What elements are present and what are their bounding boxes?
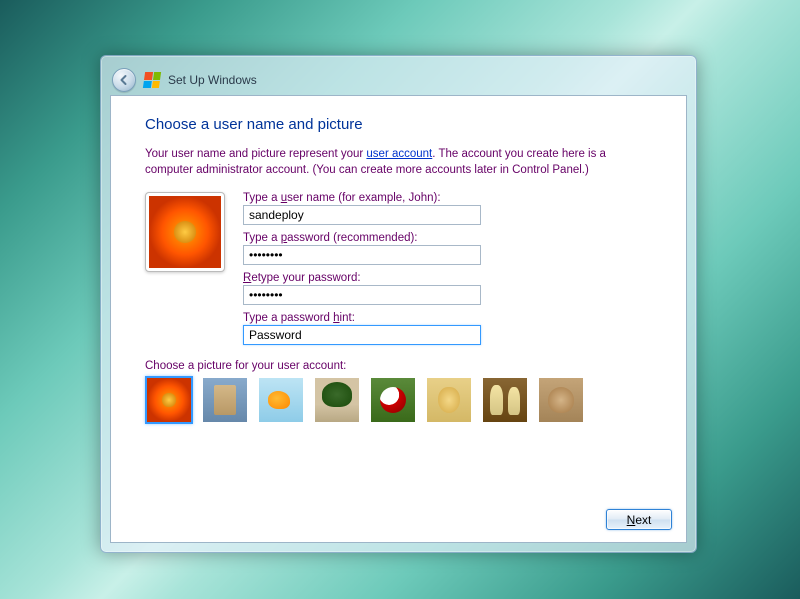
form-area: Type a user name (for example, John): Ty… xyxy=(145,192,652,352)
picture-strip xyxy=(145,376,652,424)
window-title: Set Up Windows xyxy=(168,73,257,87)
goldfish-icon xyxy=(259,378,303,422)
password-hint-input[interactable] xyxy=(243,325,481,345)
back-button[interactable] xyxy=(112,68,136,92)
robot-icon xyxy=(203,378,247,422)
flower-icon xyxy=(147,378,191,422)
titlebar: Set Up Windows xyxy=(110,65,687,95)
username-label: Type a user name (for example, John): xyxy=(243,192,652,204)
avatar-preview xyxy=(145,192,225,272)
picture-option-bonsai[interactable] xyxy=(313,376,361,424)
picture-option-flower[interactable] xyxy=(145,376,193,424)
password-label: Type a password (recommended): xyxy=(243,232,652,244)
back-arrow-icon xyxy=(118,74,130,86)
picture-option-soccer-ball[interactable] xyxy=(369,376,417,424)
kitten-icon xyxy=(539,378,583,422)
password-input[interactable] xyxy=(243,245,481,265)
intro-text: Your user name and picture represent you… xyxy=(145,147,652,178)
choose-picture-label: Choose a picture for your user account: xyxy=(145,360,652,372)
picture-option-chess[interactable] xyxy=(481,376,529,424)
picture-option-kitten[interactable] xyxy=(537,376,585,424)
avatar-preview-image xyxy=(149,196,221,268)
retype-label: Retype your password: xyxy=(243,272,652,284)
bonsai-icon xyxy=(315,378,359,422)
soccer-ball-icon xyxy=(371,378,415,422)
page-heading: Choose a user name and picture xyxy=(145,116,652,133)
puppy-icon xyxy=(427,378,471,422)
picture-option-puppy[interactable] xyxy=(425,376,473,424)
picture-option-goldfish[interactable] xyxy=(257,376,305,424)
picture-option-robot[interactable] xyxy=(201,376,249,424)
username-input[interactable] xyxy=(243,205,481,225)
next-button[interactable]: Next xyxy=(606,509,672,530)
user-account-link[interactable]: user account xyxy=(366,148,432,160)
windows-logo-icon xyxy=(143,72,161,88)
retype-password-input[interactable] xyxy=(243,285,481,305)
setup-window: Set Up Windows Choose a user name and pi… xyxy=(100,55,697,553)
chess-icon xyxy=(483,378,527,422)
footer: Next xyxy=(606,509,672,530)
hint-label: Type a password hint: xyxy=(243,312,652,324)
content-panel: Choose a user name and picture Your user… xyxy=(110,95,687,543)
fields: Type a user name (for example, John): Ty… xyxy=(243,192,652,352)
